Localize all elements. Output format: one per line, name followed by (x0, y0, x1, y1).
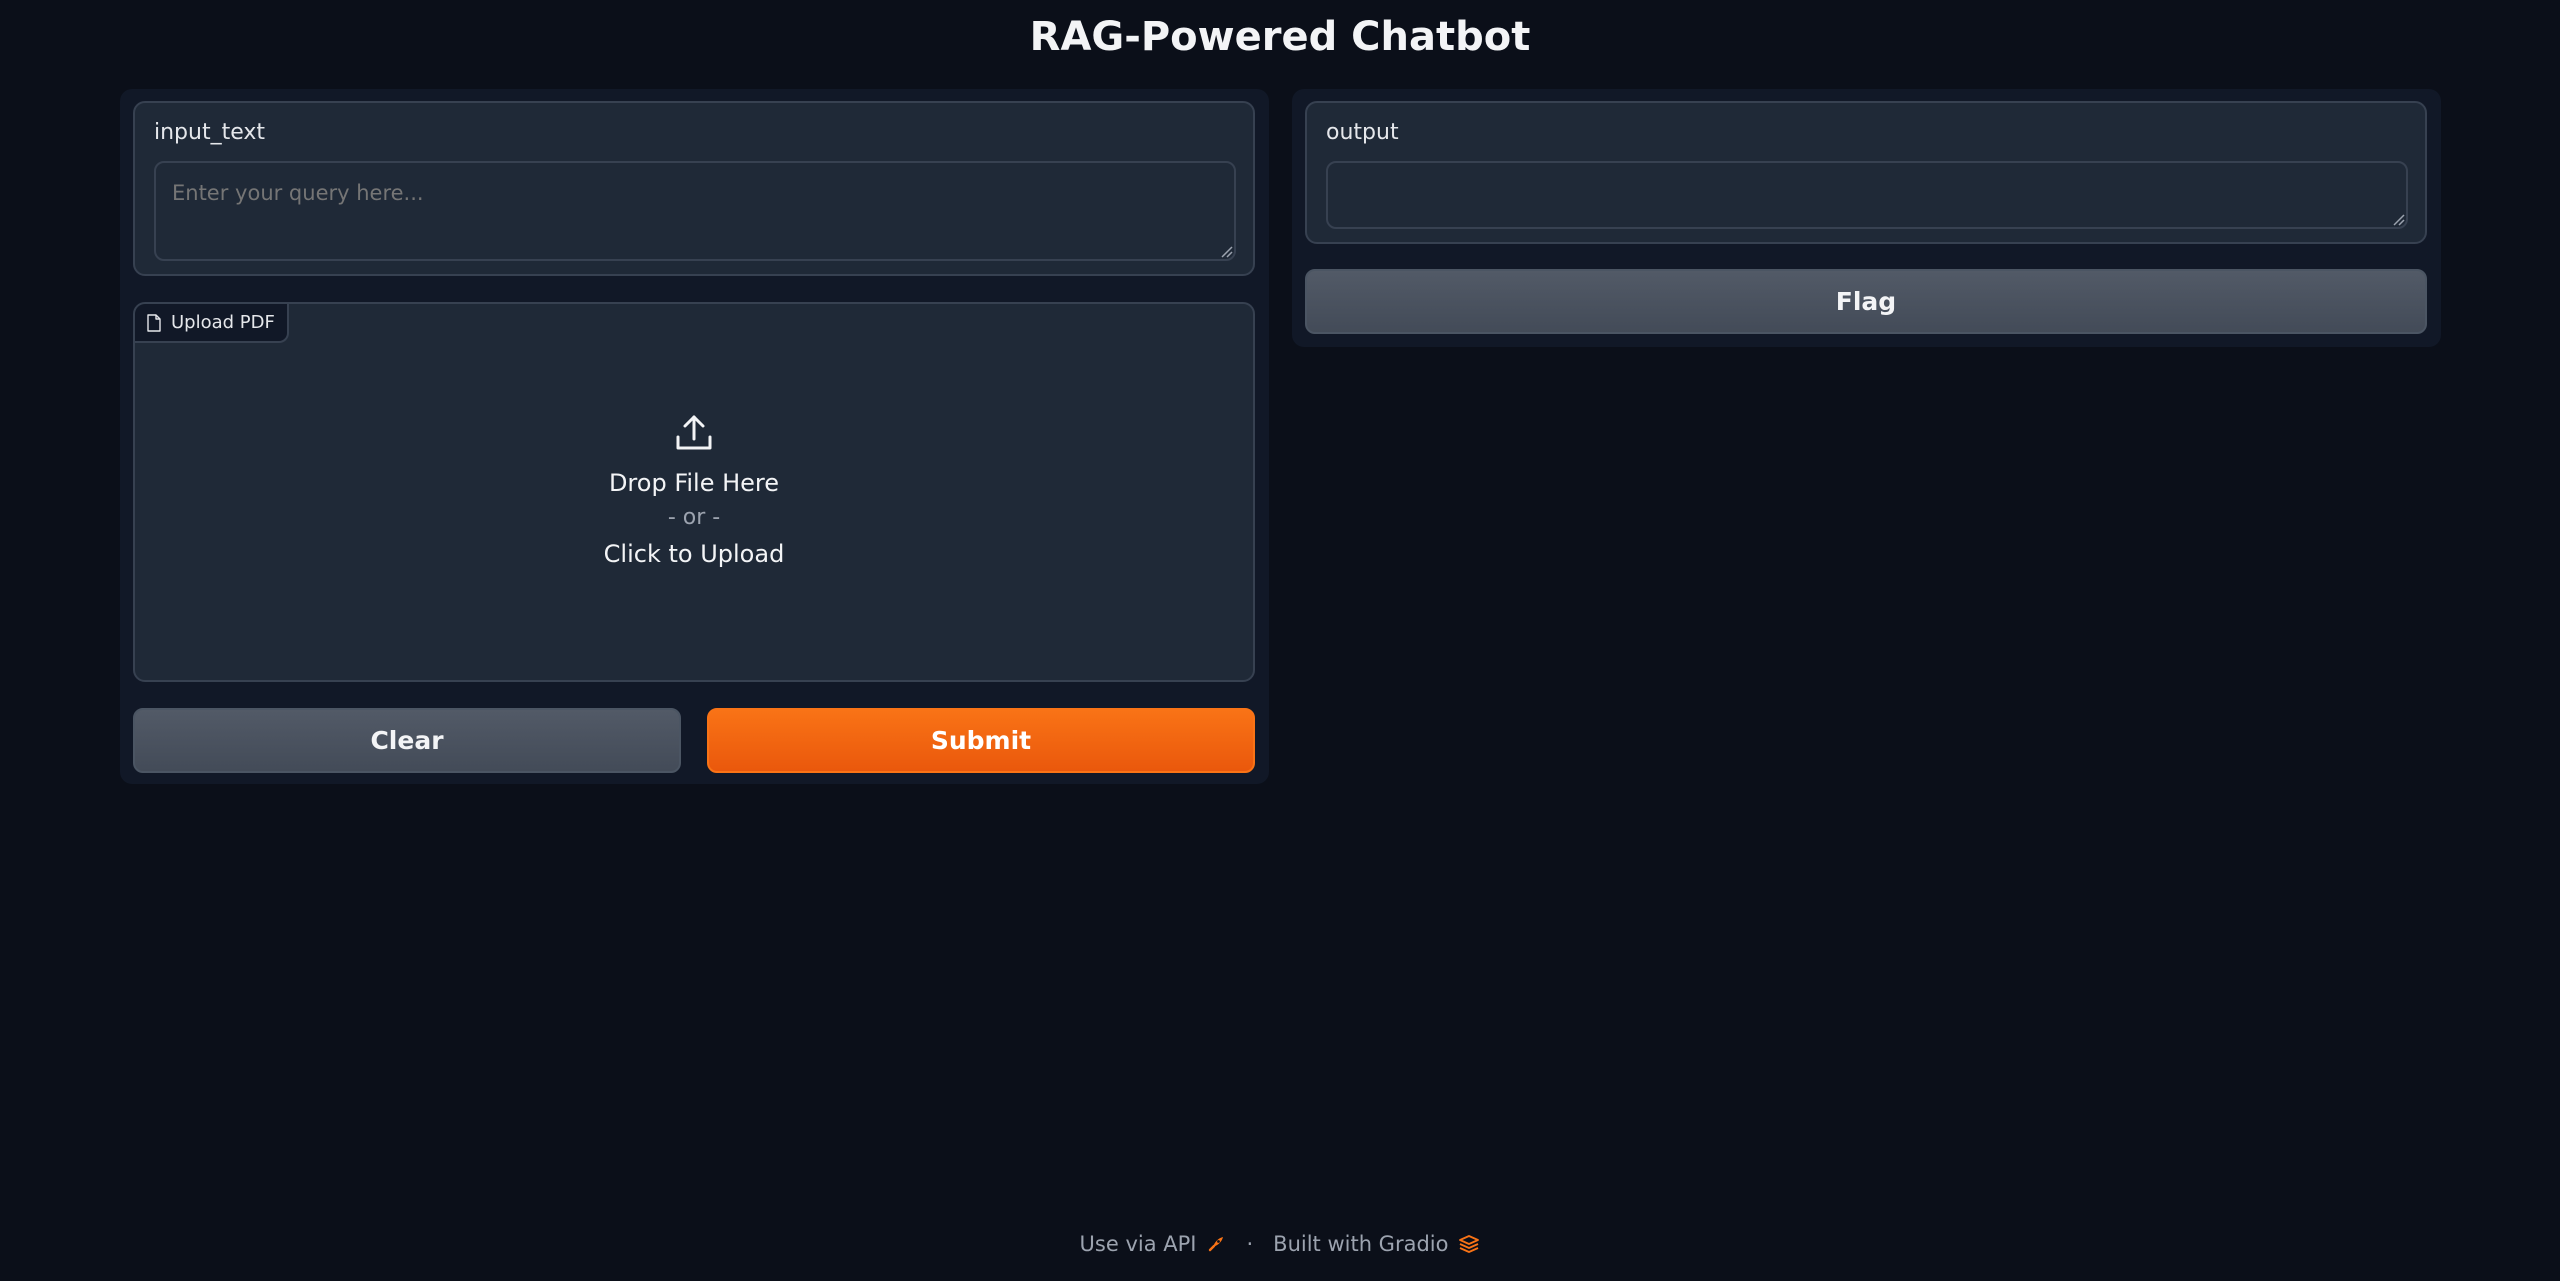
clear-button[interactable]: Clear (133, 708, 681, 773)
click-to-upload-text: Click to Upload (603, 540, 785, 568)
or-separator-text: - or - (667, 505, 721, 530)
flag-button[interactable]: Flag (1305, 269, 2427, 334)
footer: Use via API · Built with Gradio (0, 1232, 2560, 1256)
built-with-gradio-label: Built with Gradio (1273, 1232, 1449, 1256)
upload-icon (676, 415, 712, 450)
input-column: input_text Drop File Here - or - Click t… (120, 89, 1269, 784)
upload-pdf-label: Upload PDF (171, 312, 275, 333)
resize-grip-icon[interactable] (1220, 245, 1234, 259)
use-via-api-link[interactable]: Use via API (1080, 1232, 1227, 1256)
query-input[interactable] (154, 161, 1236, 261)
built-with-gradio-link[interactable]: Built with Gradio (1273, 1232, 1480, 1256)
footer-separator: · (1246, 1232, 1254, 1256)
upload-pdf-tag: Upload PDF (135, 304, 289, 343)
gradio-logo-icon (1459, 1235, 1480, 1253)
file-icon (147, 313, 161, 332)
input-text-label: input_text (154, 120, 266, 145)
pdf-upload-block: Drop File Here - or - Click to Upload Up… (133, 302, 1255, 682)
output-block: output (1305, 101, 2427, 244)
rocket-icon (1209, 1237, 1224, 1252)
page-title: RAG-Powered Chatbot (1029, 14, 1531, 60)
use-via-api-label: Use via API (1079, 1232, 1197, 1256)
output-label: output (1326, 120, 1399, 145)
file-drop-zone[interactable]: Drop File Here - or - Click to Upload (135, 304, 1253, 680)
output-column: output Flag (1292, 89, 2441, 347)
input-text-block: input_text (133, 101, 1255, 276)
submit-button[interactable]: Submit (707, 708, 1255, 773)
drop-file-text: Drop File Here (608, 469, 780, 497)
output-textbox[interactable] (1326, 161, 2408, 229)
resize-grip-icon[interactable] (2392, 213, 2406, 227)
